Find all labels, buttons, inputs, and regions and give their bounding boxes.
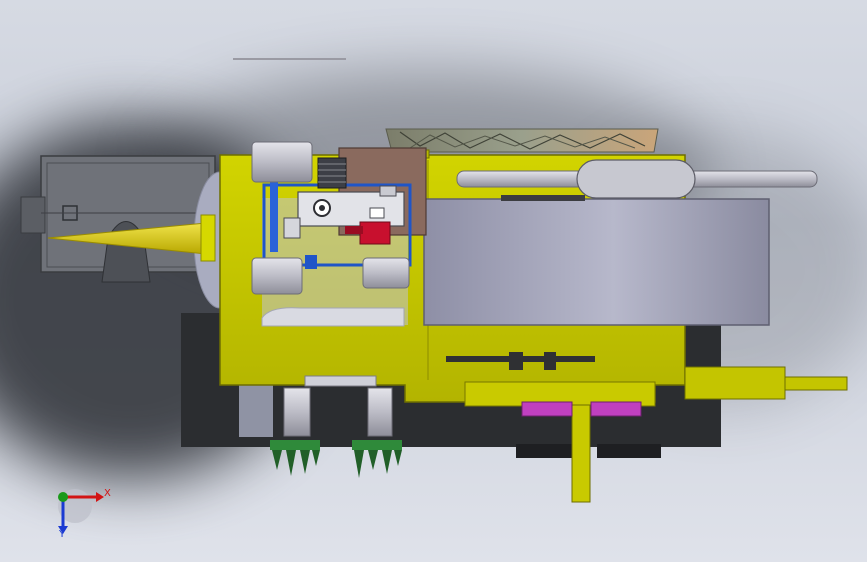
cad-model-drawing[interactable] [0,0,867,562]
coordinate-triad[interactable] [58,489,104,534]
rock-slab [385,128,659,153]
x-axis-arrow [96,492,104,502]
cad-3d-viewport[interactable]: X Y [0,0,867,562]
side-panel [423,198,770,326]
triad-x-label: X [104,488,111,499]
triad-y-label: Y [59,529,66,540]
motor-housing [20,155,216,283]
y-axis-dot [58,492,68,502]
